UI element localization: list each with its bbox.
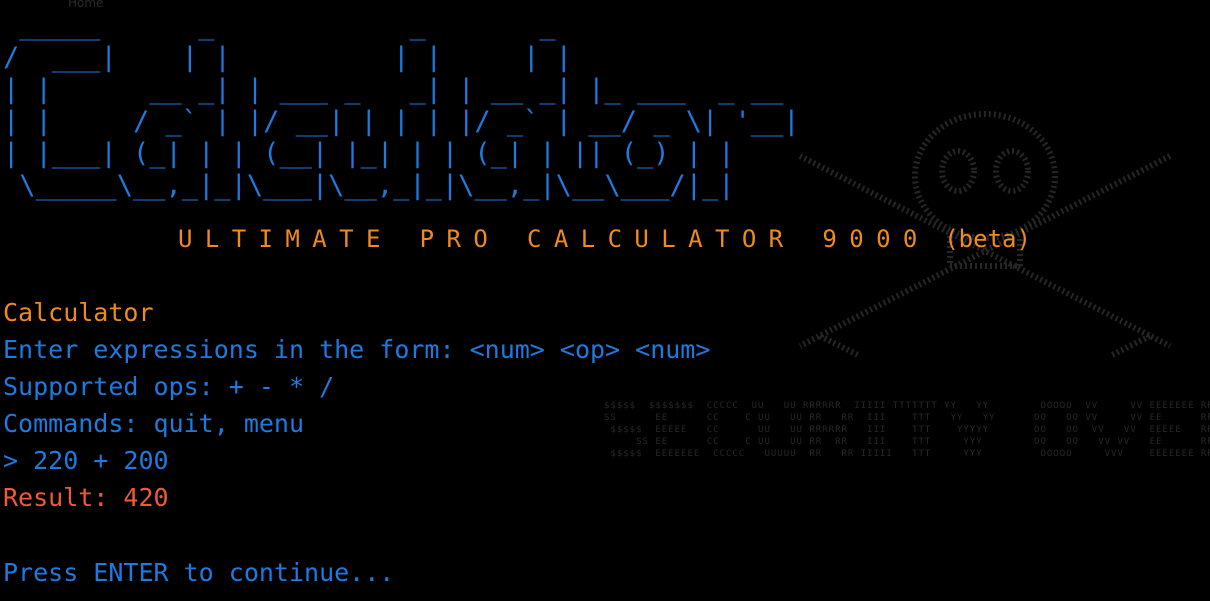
continue-prompt[interactable]: Press ENTER to continue... [3, 558, 394, 588]
output-form-hint: Enter expressions in the form: <num> <op… [3, 335, 711, 364]
output-title: Calculator [3, 298, 154, 327]
result-line: Result: 420 [3, 483, 169, 512]
tagline-main: ULTIMATE PRO CALCULATOR 9000 [178, 225, 930, 253]
terminal-window: _____ _ _ _ / ___| | | | | | | | | __ _|… [0, 0, 1210, 601]
tagline-beta: (beta) [929, 225, 1031, 253]
input-line[interactable]: > 220 + 200 [3, 446, 169, 476]
output-commands-hint: Commands: quit, menu [3, 409, 305, 438]
output-ops-hint: Supported ops: + - * / [3, 372, 335, 401]
ascii-logo: _____ _ _ _ / ___| | | | | | | | | __ _|… [3, 10, 800, 201]
tagline: ULTIMATE PRO CALCULATOR 9000 (beta) [178, 225, 1031, 253]
